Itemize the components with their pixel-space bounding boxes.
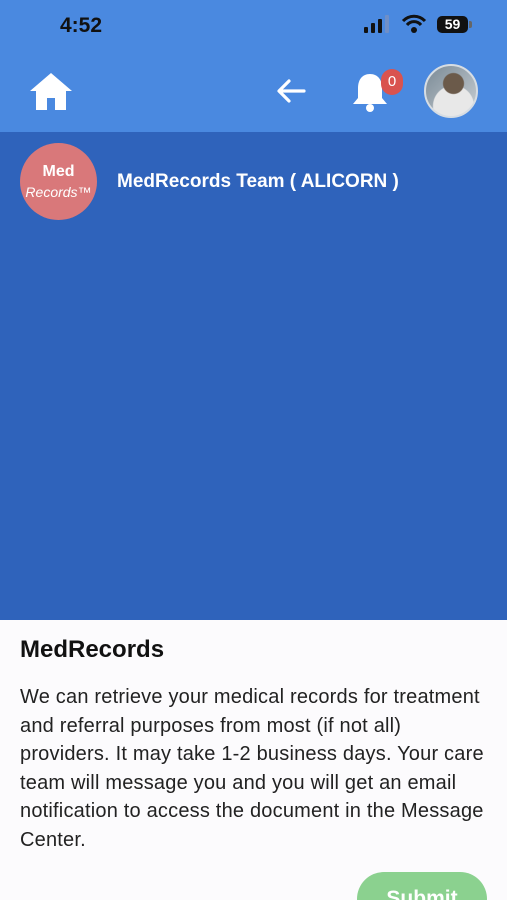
home-icon — [30, 73, 72, 110]
notification-badge: 0 — [381, 69, 403, 95]
avatar[interactable] — [424, 64, 478, 118]
back-arrow-icon — [277, 79, 306, 103]
logo-line-2: Records™ — [25, 184, 92, 200]
wifi-icon — [401, 14, 427, 33]
status-icons: 59 — [363, 14, 473, 34]
status-time: 4:52 — [60, 14, 103, 37]
team-name: MedRecords Team ( ALICORN ) — [117, 171, 399, 192]
battery-level: 59 — [437, 16, 468, 33]
cellular-signal-icon — [364, 15, 389, 33]
sheet-description: We can retrieve your medical records for… — [20, 686, 484, 851]
back-button[interactable] — [274, 74, 308, 108]
logo-line-1: Med — [42, 163, 75, 180]
submit-button[interactable]: Submit — [357, 872, 487, 900]
medrecords-logo: Med Records™ — [20, 143, 97, 220]
sheet-title: MedRecords — [20, 636, 165, 663]
home-button[interactable] — [28, 70, 74, 112]
battery-icon: 59 — [437, 14, 473, 34]
